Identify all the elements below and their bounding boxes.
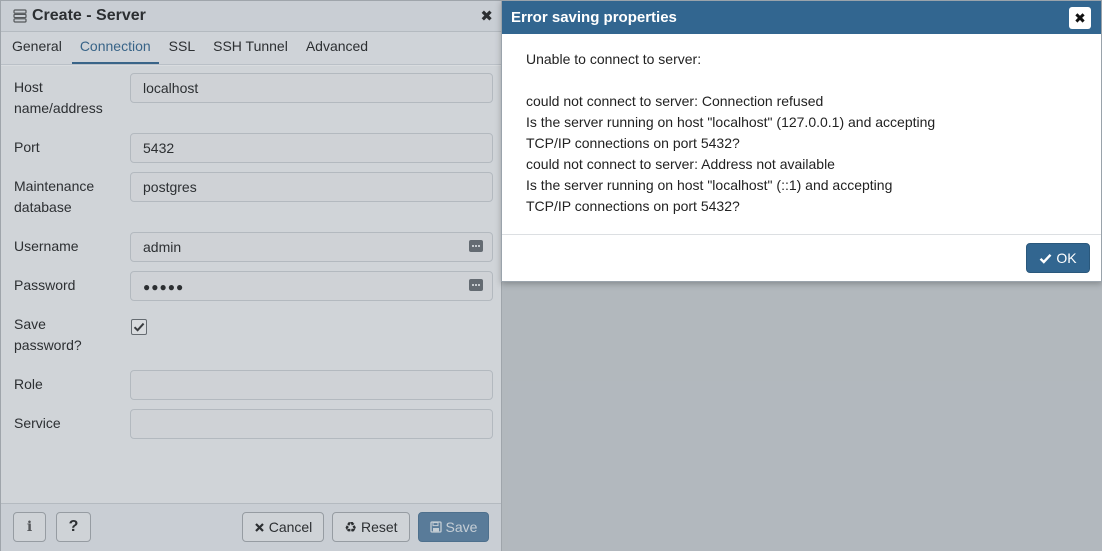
error-intro: Unable to connect to server:: [526, 51, 702, 67]
error-line: could not connect to server: Address not…: [526, 156, 835, 172]
check-icon: [1039, 253, 1052, 264]
ok-button[interactable]: OK: [1026, 243, 1090, 273]
error-line: TCP/IP connections on port 5432?: [526, 198, 740, 214]
error-line: Is the server running on host "localhost…: [526, 114, 936, 130]
error-dialog-header[interactable]: Error saving properties ✖: [502, 1, 1101, 34]
error-line: could not connect to server: Connection …: [526, 93, 824, 109]
error-dialog: Error saving properties ✖ Unable to conn…: [501, 0, 1102, 282]
error-message: Unable to connect to server: could not c…: [526, 49, 1086, 217]
error-line: TCP/IP connections on port 5432?: [526, 135, 740, 151]
error-dialog-footer: OK: [502, 234, 1101, 282]
error-line: Is the server running on host "localhost…: [526, 177, 893, 193]
ok-label: OK: [1056, 250, 1077, 266]
close-icon[interactable]: ✖: [1069, 7, 1091, 29]
error-dialog-title: Error saving properties: [511, 9, 677, 26]
